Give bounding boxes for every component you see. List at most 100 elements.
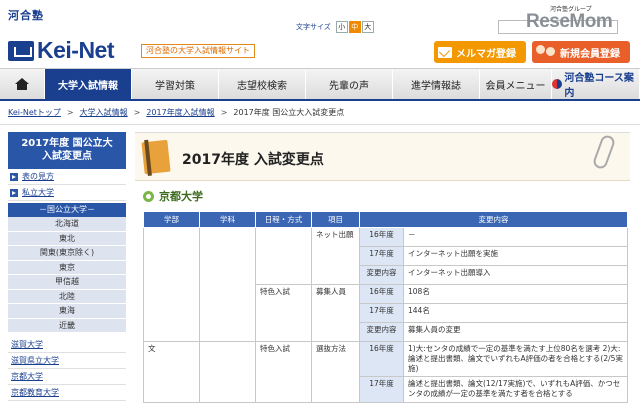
sidebar-univ-link[interactable]: 京都大学	[8, 369, 126, 385]
kawaijuku-logo-small[interactable]: 河合塾	[8, 7, 44, 23]
changes-table: 学部 学科 日程・方式 項目 変更内容 ネット出願 16年度 － 17年度 イン…	[143, 211, 628, 403]
breadcrumb: Kei-Netトップ > 大学入試情報 > 2017年度入試情報 > 2017年…	[8, 107, 344, 118]
cell-label: 17年度	[359, 303, 404, 323]
sidebar-section-national: －国公立大学－	[8, 203, 126, 217]
font-size-small-button[interactable]: 小	[335, 21, 348, 33]
table-header-row: 学部 学科 日程・方式 項目 変更内容	[143, 211, 628, 228]
cell-content: －	[403, 227, 628, 247]
nav-senior-voice[interactable]: 先輩の声	[306, 69, 393, 99]
notebook-icon	[141, 139, 171, 175]
kawaijuku-course-icon	[552, 79, 563, 89]
kei-net-logo-text: Kei-Net	[37, 37, 115, 63]
cell-method	[255, 227, 312, 285]
breadcrumb-exam-info[interactable]: 大学入試情報	[80, 107, 128, 118]
col-faculty: 学部	[143, 211, 200, 228]
cell-label: 16年度	[359, 284, 404, 304]
sidebar: 2017年度 国公立大 入試変更点 表の見方 私立大学 －国公立大学－ 北海道 …	[8, 132, 126, 401]
sidebar-region-tokai[interactable]: 東海	[8, 304, 126, 319]
site-header: 河合塾 Kei-Net 河合塾の大学入試情報サイト 文字サイズ 小 中 大 河合…	[0, 0, 640, 68]
nav-home[interactable]	[0, 69, 45, 99]
mail-magazine-button[interactable]: メルマガ登録	[434, 41, 526, 63]
cell-content: 1)大:センタの成績で一定の基準を満たす上位80名を選考 2)大:論述と提出書類…	[403, 341, 628, 377]
cell-content: 108名	[403, 284, 628, 304]
cell-content: インターネット出願を実施	[403, 246, 628, 266]
main-content: 2017年度 入試変更点 京都大学 学部 学科 日程・方式 項目 変更内容 ネッ…	[135, 132, 630, 407]
nav-study[interactable]: 学習対策	[132, 69, 219, 99]
circle-bullet-icon	[143, 190, 154, 202]
cell-label: 17年度	[359, 376, 404, 403]
cell-label: 変更内容	[359, 265, 404, 285]
col-department: 学科	[199, 211, 256, 228]
chevron-right-icon: >	[220, 108, 228, 117]
mail-icon	[438, 46, 452, 58]
col-changes: 変更内容	[359, 211, 628, 228]
cell-item: ネット出願	[311, 227, 360, 285]
breadcrumb-top[interactable]: Kei-Netトップ	[8, 107, 61, 118]
sidebar-title-line2: 入試変更点	[42, 151, 92, 162]
sidebar-univ-link[interactable]: 京都教育大学	[8, 385, 126, 401]
breadcrumb-2017-info[interactable]: 2017年度入試情報	[146, 107, 214, 118]
resemom-watermark: ReseMom	[526, 11, 613, 32]
nav-magazine[interactable]: 進学情報誌	[393, 69, 480, 99]
nav-course-guide[interactable]: 河合塾コース案内	[552, 69, 640, 99]
font-size-label: 文字サイズ	[296, 23, 331, 31]
mail-magazine-label: メルマガ登録	[456, 48, 516, 60]
cell-department	[199, 227, 256, 342]
font-size-selector: 文字サイズ 小 中 大	[296, 21, 374, 33]
sidebar-region-kanto[interactable]: 関東(東京除く)	[8, 246, 126, 261]
sidebar-univ-link[interactable]: 滋賀県立大学	[8, 353, 126, 369]
cell-method: 特色入試	[255, 341, 312, 403]
home-icon	[15, 78, 29, 90]
page-header: 2017年度 入試変更点	[135, 133, 630, 181]
cell-department	[199, 341, 256, 403]
new-member-register-button[interactable]: 新規会員登録	[532, 41, 630, 63]
sidebar-link-table-guide[interactable]: 表の見方	[8, 169, 126, 185]
site-tagline: 河合塾の大学入試情報サイト	[141, 44, 255, 58]
university-heading: 京都大学	[143, 188, 203, 204]
cell-content: 募集人員の変更	[403, 322, 628, 342]
members-icon	[535, 44, 557, 60]
cell-content: 144名	[403, 303, 628, 323]
sidebar-title: 2017年度 国公立大 入試変更点	[8, 132, 126, 169]
kei-net-logo-icon	[8, 40, 34, 61]
sidebar-region-koshinetsu[interactable]: 甲信越	[8, 275, 126, 290]
sidebar-region-hokkaido[interactable]: 北海道	[8, 217, 126, 232]
page-title: 2017年度 入試変更点	[182, 152, 324, 168]
arrow-right-icon	[10, 172, 18, 181]
kei-net-logo[interactable]: Kei-Net	[8, 37, 115, 64]
cell-faculty: 文	[143, 341, 200, 403]
sidebar-univ-link[interactable]: 滋賀大学	[8, 337, 126, 353]
global-nav: 大学入試情報 学習対策 志望校検索 先輩の声 進学情報誌 会員メニュー 河合塾コ…	[0, 68, 640, 101]
cell-item: 選抜方法	[311, 341, 360, 403]
cell-content: 論述と提出書類、論文(12/17実施)で、いずれもA評価、かつセンタの成績が一定…	[403, 376, 628, 403]
nav-member-menu[interactable]: 会員メニュー	[480, 69, 552, 99]
sidebar-region-kinki[interactable]: 近畿	[8, 318, 126, 333]
col-item: 項目	[311, 211, 360, 228]
nav-exam-info[interactable]: 大学入試情報	[45, 69, 132, 99]
cell-faculty	[143, 227, 200, 342]
cell-label: 変更内容	[359, 322, 404, 342]
nav-school-search[interactable]: 志望校検索	[219, 69, 306, 99]
cell-label: 17年度	[359, 246, 404, 266]
chevron-right-icon: >	[133, 108, 141, 117]
font-size-large-button[interactable]: 大	[361, 21, 374, 33]
col-schedule: 日程・方式	[255, 211, 312, 228]
table-row: ネット出願 16年度 －	[143, 227, 628, 342]
table-row: 文 特色入試 選抜方法 16年度 1)大:センタの成績で一定の基準を満たす上位8…	[143, 341, 628, 403]
arrow-right-icon	[10, 188, 18, 197]
sidebar-link-private[interactable]: 私立大学	[8, 185, 126, 201]
university-name: 京都大学	[159, 190, 203, 203]
sidebar-region-hokuriku[interactable]: 北陸	[8, 289, 126, 304]
sidebar-region-tohoku[interactable]: 東北	[8, 231, 126, 246]
breadcrumb-current: 2017年度 国公立大入試変更点	[233, 108, 345, 117]
register-label: 新規会員登録	[560, 48, 620, 60]
sidebar-link-label: 表の見方	[22, 172, 54, 181]
sidebar-region-tokyo[interactable]: 東京	[8, 260, 126, 275]
cell-label: 16年度	[359, 227, 404, 247]
sidebar-title-line1: 2017年度 国公立大	[21, 138, 113, 149]
cell-method: 特色入試	[255, 284, 312, 342]
cell-content: インターネット出願導入	[403, 265, 628, 285]
font-size-medium-button[interactable]: 中	[348, 21, 361, 33]
cell-item: 募集人員	[311, 284, 360, 342]
chevron-right-icon: >	[66, 108, 74, 117]
